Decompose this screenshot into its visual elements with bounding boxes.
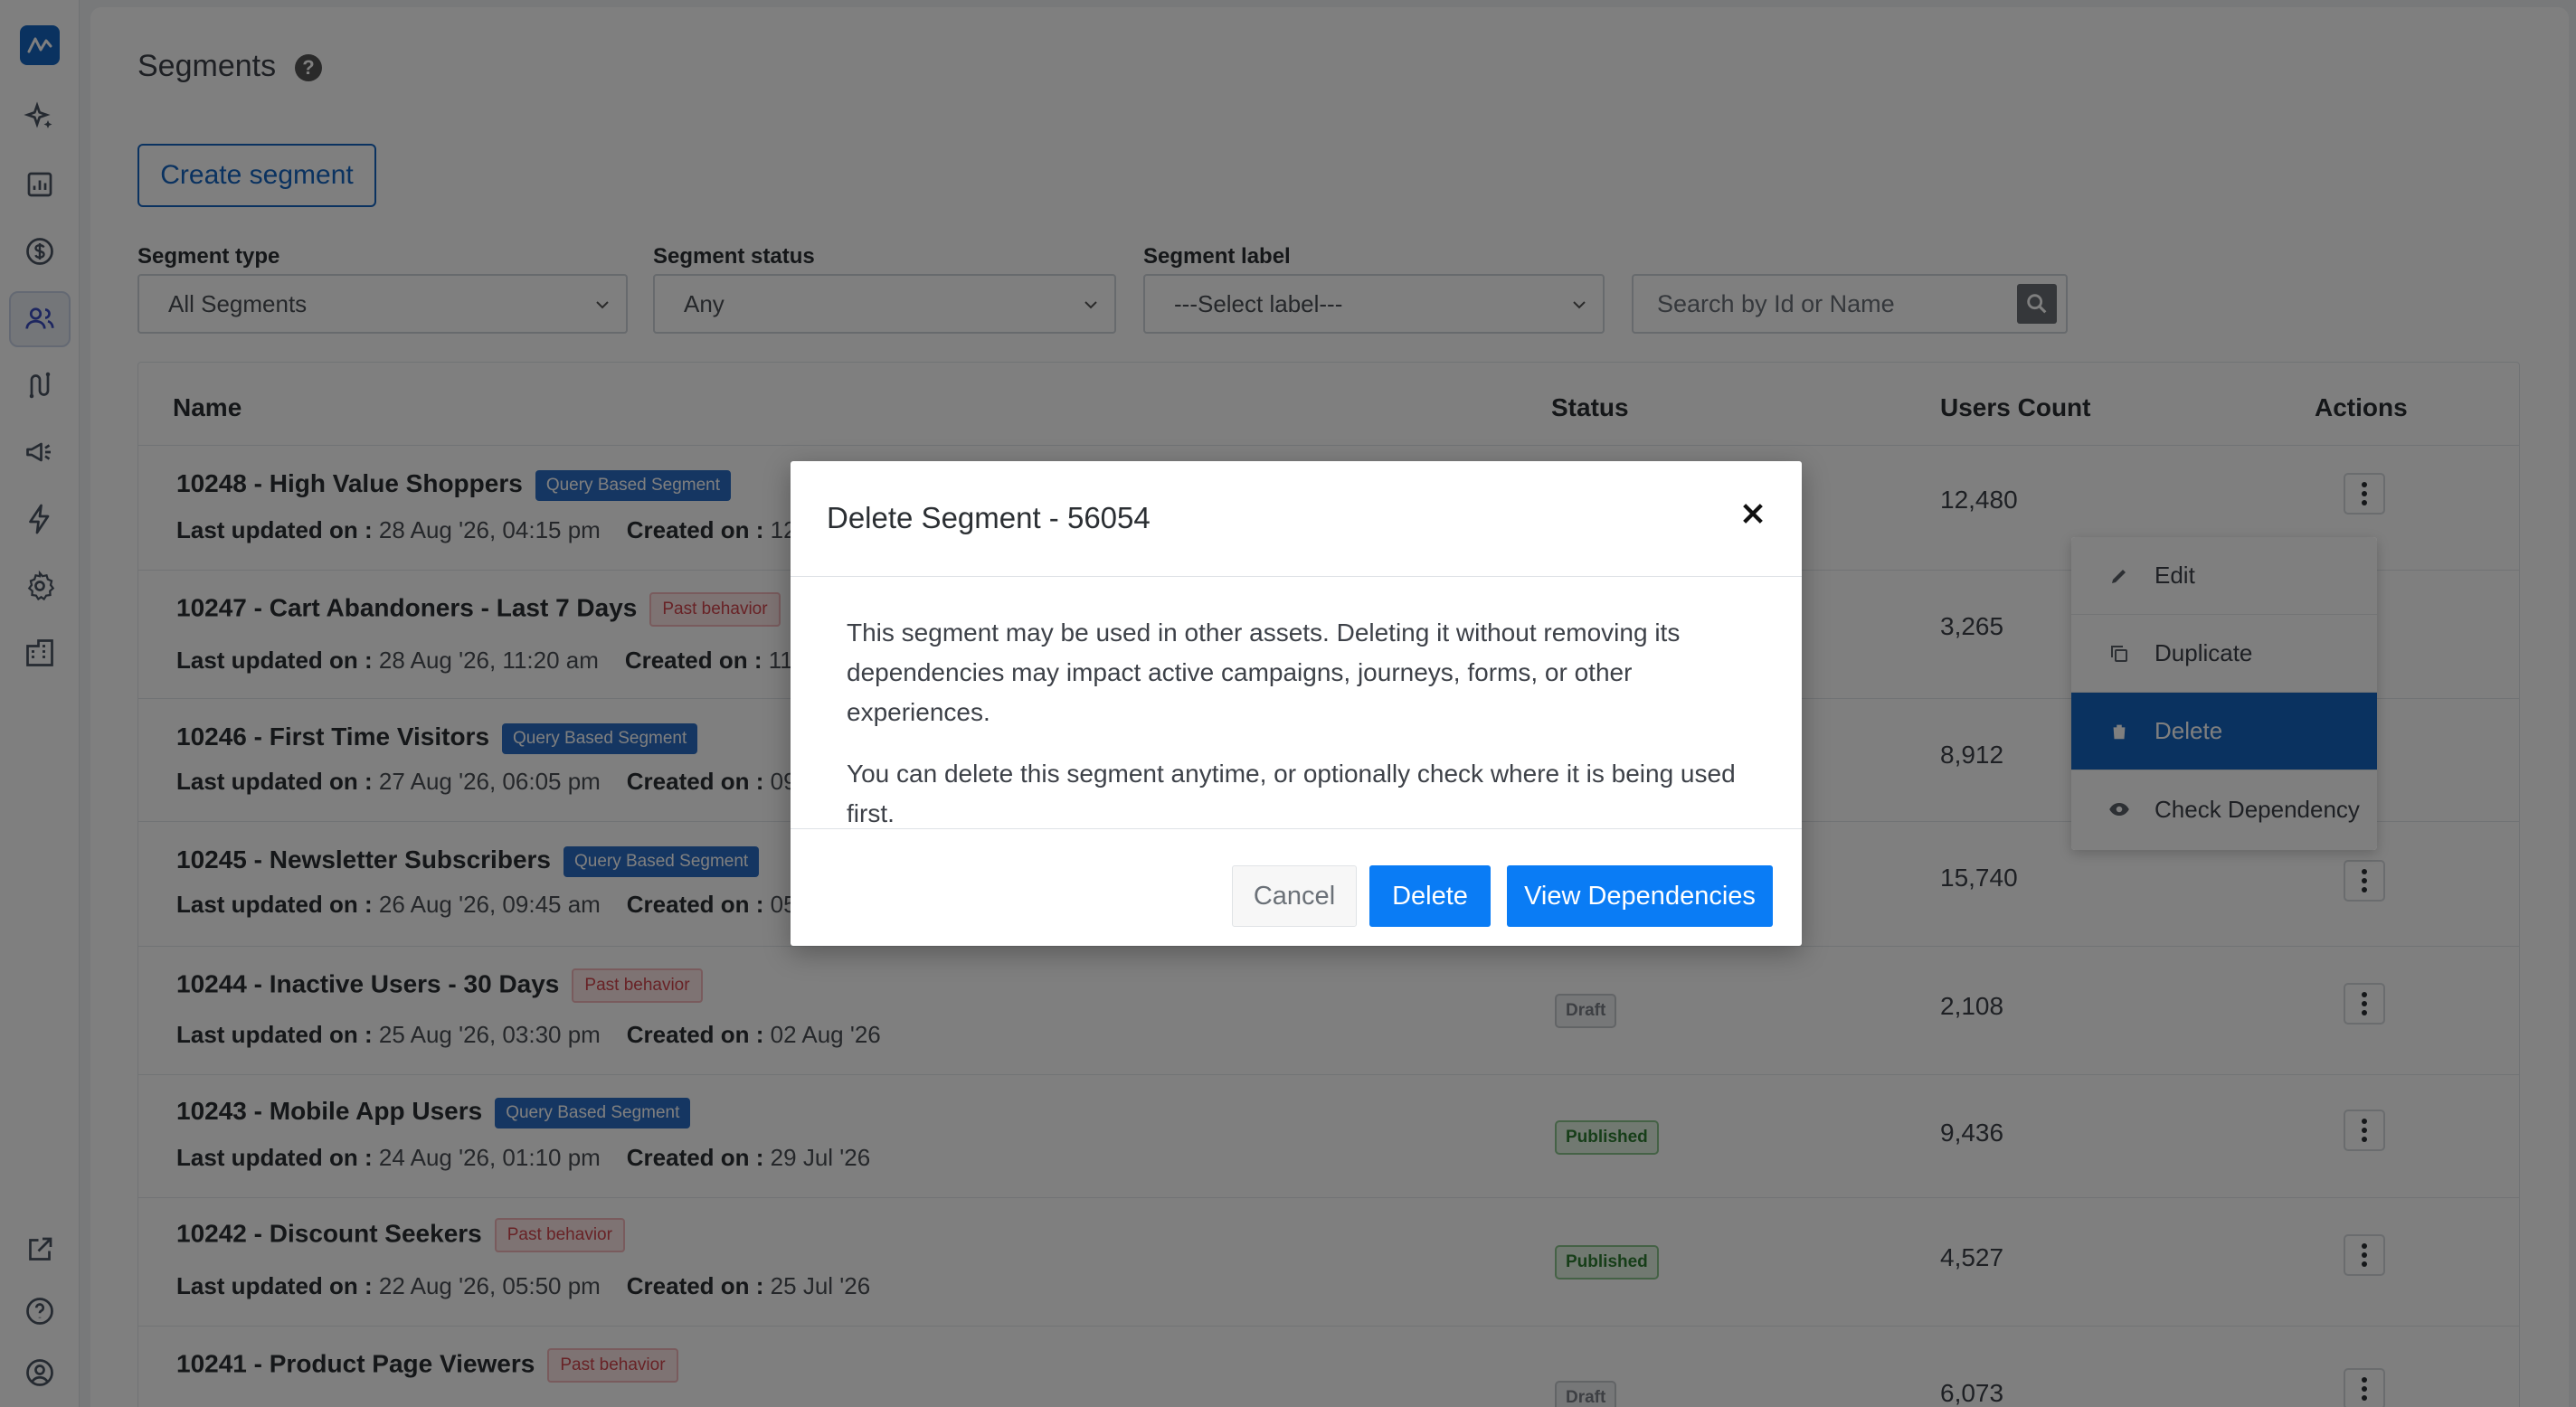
cancel-button[interactable]: Cancel bbox=[1232, 865, 1357, 927]
modal-message: You can delete this segment anytime, or … bbox=[847, 760, 1736, 827]
modal-title: Delete Segment - 56054 bbox=[827, 501, 1151, 534]
view-dependencies-button[interactable]: View Dependencies bbox=[1507, 865, 1773, 927]
delete-button[interactable]: Delete bbox=[1369, 865, 1491, 927]
modal-message: This segment may be used in other assets… bbox=[847, 619, 1681, 726]
modal-body: This segment may be used in other assets… bbox=[847, 613, 1751, 855]
modal-header: Delete Segment - 56054 bbox=[791, 461, 1802, 577]
delete-segment-modal: Delete Segment - 56054 This segment may … bbox=[791, 461, 1802, 946]
menu-dim-layer bbox=[2071, 537, 2377, 850]
modal-footer: Cancel Delete View Dependencies bbox=[791, 828, 1802, 946]
close-icon[interactable] bbox=[1738, 499, 1767, 528]
